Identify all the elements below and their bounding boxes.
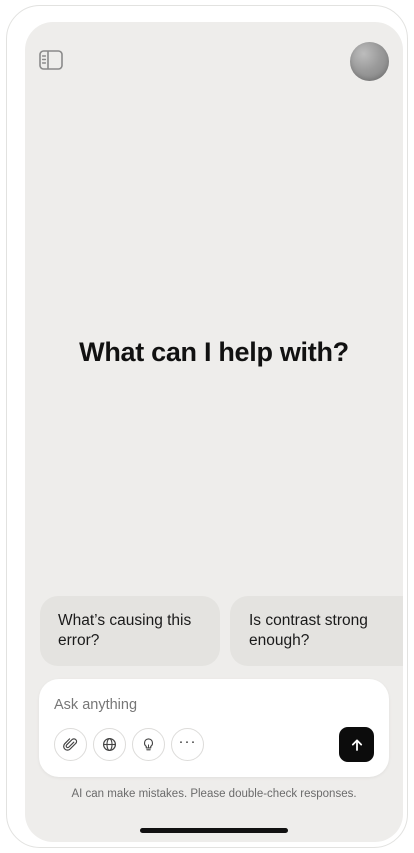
- arrow-up-icon: [351, 739, 362, 751]
- send-button[interactable]: [339, 727, 374, 762]
- suggestion-chip-error[interactable]: What’s causing this error?: [40, 596, 220, 666]
- more-options-button[interactable]: ···: [171, 728, 204, 761]
- globe-icon: [102, 737, 117, 752]
- sidebar-toggle-button[interactable]: [38, 49, 64, 71]
- device-frame: What can I help with? What’s causing thi…: [6, 5, 408, 848]
- user-avatar[interactable]: [350, 42, 389, 81]
- disclaimer-text: AI can make mistakes. Please double-chec…: [71, 788, 357, 800]
- suggestion-label: What’s causing this error?: [58, 612, 192, 649]
- more-icon: ···: [178, 733, 197, 750]
- page-title: What can I help with?: [79, 337, 349, 367]
- sidebar-toggle-icon: [39, 50, 63, 70]
- app-screen: What can I help with? What’s causing thi…: [25, 22, 403, 842]
- paperclip-icon: [63, 738, 78, 751]
- message-input[interactable]: [54, 695, 314, 715]
- lightbulb-icon: [143, 738, 154, 751]
- home-indicator[interactable]: [140, 828, 288, 833]
- web-search-button[interactable]: [93, 728, 126, 761]
- think-button[interactable]: [132, 728, 165, 761]
- message-composer: ···: [39, 679, 389, 777]
- suggestion-label: Is contrast strong enough?: [249, 612, 368, 649]
- attach-button[interactable]: [54, 728, 87, 761]
- suggestion-chip-contrast[interactable]: Is contrast strong enough?: [230, 596, 403, 666]
